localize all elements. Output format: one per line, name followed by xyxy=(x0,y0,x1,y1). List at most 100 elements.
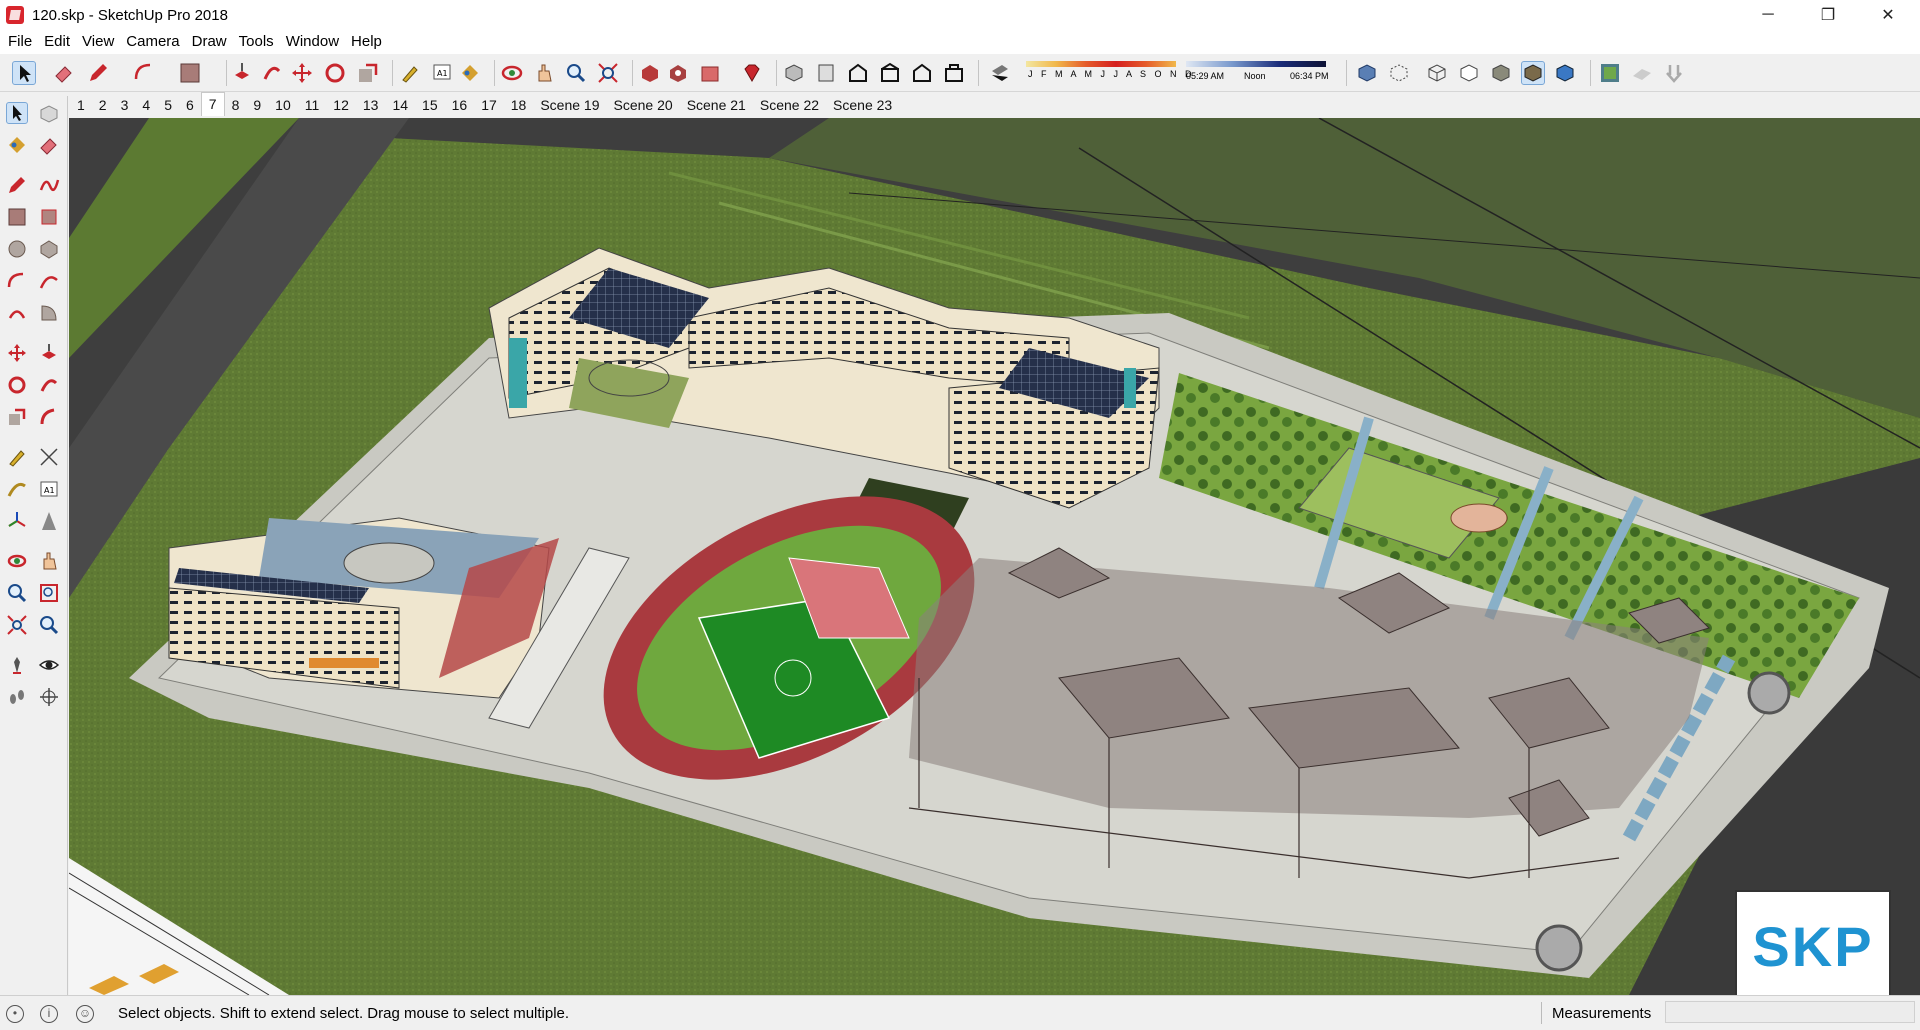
scene-tab[interactable]: 11 xyxy=(298,94,327,116)
front-view-button[interactable] xyxy=(846,61,870,85)
scene-tab[interactable]: 8 xyxy=(225,94,247,116)
iso-view-button[interactable] xyxy=(782,61,806,85)
right-view-button[interactable] xyxy=(878,61,902,85)
text-tool-button[interactable]: A1 xyxy=(430,61,454,85)
three-point-arc-tool-button[interactable] xyxy=(6,302,28,324)
offset-tool-button[interactable] xyxy=(38,406,60,428)
geo-location-icon[interactable]: • xyxy=(6,1005,24,1023)
arc-tool-button[interactable] xyxy=(6,270,28,292)
minimize-button[interactable]: ─ xyxy=(1740,0,1796,30)
select-tool-button[interactable] xyxy=(6,102,28,124)
maximize-button[interactable]: ❐ xyxy=(1800,0,1856,30)
menu-draw[interactable]: Draw xyxy=(186,30,233,54)
text-tool-button[interactable]: A1 xyxy=(38,478,60,500)
dimension-tool-button[interactable] xyxy=(38,446,60,468)
scene-tab[interactable]: Scene 20 xyxy=(607,94,680,116)
model-viewport[interactable] xyxy=(69,118,1920,995)
menu-window[interactable]: Window xyxy=(280,30,345,54)
month-slider[interactable] xyxy=(1026,61,1176,67)
make-component-button[interactable] xyxy=(38,102,60,124)
zoom-tool-button[interactable] xyxy=(564,61,588,85)
scene-tab[interactable]: 3 xyxy=(114,94,136,116)
scene-tab[interactable]: 6 xyxy=(179,94,201,116)
eraser-button[interactable] xyxy=(38,134,60,156)
textured-style-button[interactable] xyxy=(1521,61,1545,85)
section-plane-tool-button[interactable] xyxy=(38,686,60,708)
add-location-button[interactable] xyxy=(1598,61,1622,85)
monochrome-style-button[interactable] xyxy=(1553,61,1577,85)
select-tool-button[interactable] xyxy=(12,61,36,85)
top-view-button[interactable] xyxy=(814,61,838,85)
tape-measure-tool-button[interactable] xyxy=(398,61,422,85)
extension-warehouse-button[interactable] xyxy=(698,61,722,85)
tape-measure-tool-button[interactable] xyxy=(6,446,28,468)
credits-icon[interactable]: i xyxy=(40,1005,58,1023)
scene-tab[interactable]: 4 xyxy=(135,94,157,116)
polygon-tool-button[interactable] xyxy=(38,238,60,260)
menu-tools[interactable]: Tools xyxy=(233,30,280,54)
pan-tool-button[interactable] xyxy=(532,61,556,85)
scene-tab[interactable]: Scene 22 xyxy=(753,94,826,116)
scene-tab[interactable]: 13 xyxy=(356,94,386,116)
scene-tab[interactable]: 17 xyxy=(474,94,504,116)
measurements-input[interactable] xyxy=(1665,1001,1915,1023)
pencil-tool-button[interactable] xyxy=(86,61,110,85)
rotate-tool-button[interactable] xyxy=(323,61,347,85)
xray-style-button[interactable] xyxy=(1355,61,1379,85)
orbit-tool-button[interactable] xyxy=(500,61,524,85)
move-tool-button[interactable] xyxy=(6,342,28,364)
scene-tab[interactable]: 1 xyxy=(70,94,92,116)
scene-tab[interactable]: 15 xyxy=(415,94,445,116)
pie-tool-button[interactable] xyxy=(38,302,60,324)
rotate-tool-button[interactable] xyxy=(6,374,28,396)
scene-tab[interactable]: Scene 23 xyxy=(826,94,899,116)
move-tool-button[interactable] xyxy=(290,61,314,85)
pan-tool-button[interactable] xyxy=(38,550,60,572)
follow-me-tool-button[interactable] xyxy=(38,374,60,396)
3d-text-tool-button[interactable] xyxy=(38,510,60,532)
ruby-console-button[interactable] xyxy=(740,61,764,85)
position-camera-tool-button[interactable] xyxy=(6,654,28,676)
scene-tab[interactable]: 10 xyxy=(268,94,298,116)
protractor-tool-button[interactable] xyxy=(6,478,28,500)
hidden-line-style-button[interactable] xyxy=(1457,61,1481,85)
axes-tool-button[interactable] xyxy=(6,510,28,532)
rectangle-tool-button[interactable] xyxy=(178,61,202,85)
walk-tool-button[interactable] xyxy=(6,686,28,708)
eraser-tool-button[interactable] xyxy=(52,61,76,85)
share-model-button[interactable] xyxy=(666,61,690,85)
menu-view[interactable]: View xyxy=(76,30,120,54)
back-edges-style-button[interactable] xyxy=(1387,61,1411,85)
follow-me-tool-button[interactable] xyxy=(260,61,284,85)
scene-tab[interactable]: 5 xyxy=(157,94,179,116)
terrain-toggle-button[interactable] xyxy=(1630,61,1654,85)
photo-textures-button[interactable] xyxy=(1662,61,1686,85)
menu-camera[interactable]: Camera xyxy=(120,30,185,54)
scene-tab[interactable]: 14 xyxy=(385,94,415,116)
scene-tab[interactable]: 18 xyxy=(504,94,534,116)
shaded-style-button[interactable] xyxy=(1489,61,1513,85)
rotated-rectangle-tool-button[interactable] xyxy=(38,206,60,228)
time-slider[interactable] xyxy=(1186,61,1326,67)
zoom-extents-tool-button[interactable] xyxy=(6,614,28,636)
orbit-tool-button[interactable] xyxy=(6,550,28,572)
look-around-tool-button[interactable] xyxy=(38,654,60,676)
freehand-tool-button[interactable] xyxy=(38,174,60,196)
shadows-toggle-button[interactable] xyxy=(988,61,1012,85)
scene-tab[interactable]: 12 xyxy=(326,94,356,116)
rectangle-tool-button[interactable] xyxy=(6,206,28,228)
push-pull-tool-button[interactable] xyxy=(38,342,60,364)
zoom-window-tool-button[interactable] xyxy=(38,582,60,604)
paint-bucket-tool-button[interactable] xyxy=(458,61,482,85)
wireframe-style-button[interactable] xyxy=(1425,61,1449,85)
left-view-button[interactable] xyxy=(942,61,966,85)
push-pull-tool-button[interactable] xyxy=(230,61,254,85)
circle-tool-button[interactable] xyxy=(6,238,28,260)
scale-tool-button[interactable] xyxy=(6,406,28,428)
menu-help[interactable]: Help xyxy=(345,30,388,54)
close-button[interactable]: ✕ xyxy=(1860,0,1916,30)
menu-edit[interactable]: Edit xyxy=(38,30,76,54)
menu-file[interactable]: File xyxy=(2,30,38,54)
scene-tab[interactable]: 2 xyxy=(92,94,114,116)
two-point-arc-tool-button[interactable] xyxy=(38,270,60,292)
